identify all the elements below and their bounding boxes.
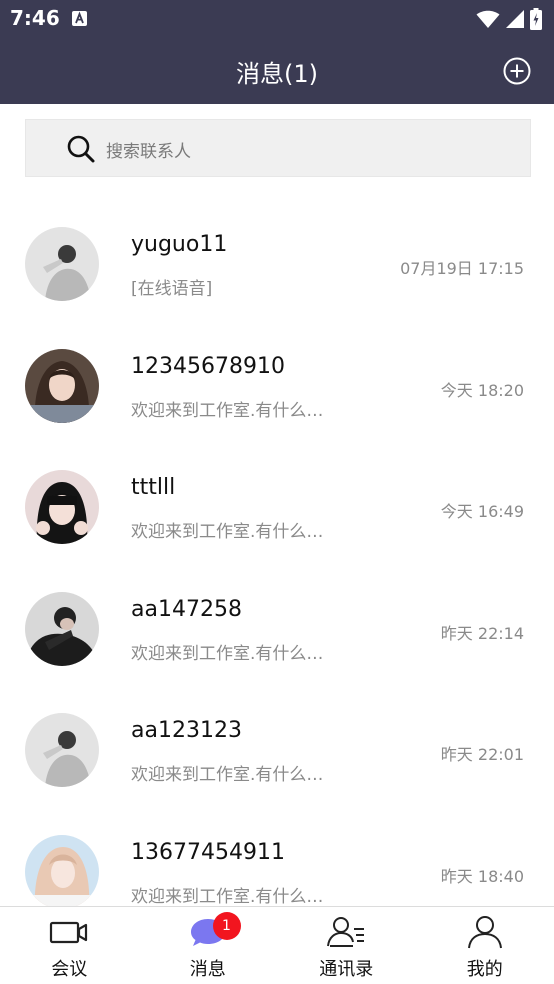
nav-label: 消息 (189, 959, 226, 980)
conversation-item[interactable]: 12345678910 欢迎来到工作室.有什么… 今天 18:20 (0, 326, 554, 448)
page-title: 消息(1) (236, 60, 318, 88)
wifi-icon (476, 10, 500, 28)
message-preview: 欢迎来到工作室.有什么… (131, 400, 324, 421)
conversation-item[interactable]: yuguo11 [在线语音] 07月19日 17:15 (0, 204, 554, 326)
message-preview: 欢迎来到工作室.有什么… (131, 765, 324, 786)
bottom-nav: 会议 1 消息 通讯录 我的 (0, 906, 554, 984)
search-input[interactable]: 搜索联系人 (25, 119, 531, 177)
status-icons (476, 8, 542, 30)
contact-name: 12345678910 (131, 353, 285, 379)
conversation-item[interactable]: tttlll 欢迎来到工作室.有什么… 今天 16:49 (0, 447, 554, 569)
search-icon (67, 135, 95, 163)
message-time: 昨天 22:01 (440, 745, 524, 765)
contacts-icon (327, 917, 365, 947)
keyboard-a-icon (72, 11, 87, 26)
profile-icon (467, 916, 502, 949)
avatar (25, 834, 99, 909)
nav-label: 会议 (51, 959, 88, 980)
message-time: 昨天 22:14 (440, 623, 524, 643)
message-preview: [在线语音] (131, 279, 213, 299)
app-header: 7:46 消息(1) (0, 0, 554, 104)
contact-name: aa123123 (131, 718, 242, 744)
conversation-list: yuguo11 [在线语音] 07月19日 17:15 12345678910 … (0, 204, 554, 934)
nav-item-profile[interactable]: 我的 (416, 907, 554, 984)
nav-label: 通讯录 (319, 959, 374, 980)
contact-name: yuguo11 (131, 232, 228, 257)
video-camera-icon (50, 921, 88, 944)
message-preview: 欢迎来到工作室.有什么… (131, 522, 324, 543)
message-time: 昨天 18:40 (440, 866, 524, 886)
message-time: 今天 18:20 (440, 380, 524, 400)
contact-name: tttlll (131, 475, 176, 501)
avatar (25, 713, 99, 788)
nav-label: 我的 (466, 959, 503, 980)
signal-icon (506, 10, 524, 28)
avatar (25, 591, 99, 666)
status-time: 7:46 (10, 6, 60, 30)
contact-name: 13677454911 (131, 839, 285, 865)
message-time: 07月19日 17:15 (400, 259, 524, 278)
contact-name: aa147258 (131, 596, 242, 622)
message-preview: 欢迎来到工作室.有什么… (131, 886, 324, 907)
message-preview: 欢迎来到工作室.有什么… (131, 643, 324, 664)
conversation-item[interactable]: aa123123 欢迎来到工作室.有什么… 昨天 22:01 (0, 690, 554, 812)
nav-item-meeting[interactable]: 会议 (0, 907, 139, 984)
unread-badge: 1 (212, 912, 241, 940)
search-placeholder: 搜索联系人 (106, 142, 191, 162)
nav-item-contacts[interactable]: 通讯录 (277, 907, 416, 984)
conversation-item[interactable]: aa147258 欢迎来到工作室.有什么… 昨天 22:14 (0, 569, 554, 691)
title-bar: 消息(1) (0, 40, 554, 100)
add-circle-icon[interactable] (502, 56, 532, 86)
status-bar: 7:46 (0, 0, 554, 36)
avatar (25, 348, 99, 423)
battery-icon (530, 8, 542, 30)
avatar (25, 470, 99, 545)
message-time: 今天 16:49 (440, 502, 524, 522)
avatar (25, 227, 99, 301)
nav-item-messages[interactable]: 1 消息 (139, 907, 278, 984)
